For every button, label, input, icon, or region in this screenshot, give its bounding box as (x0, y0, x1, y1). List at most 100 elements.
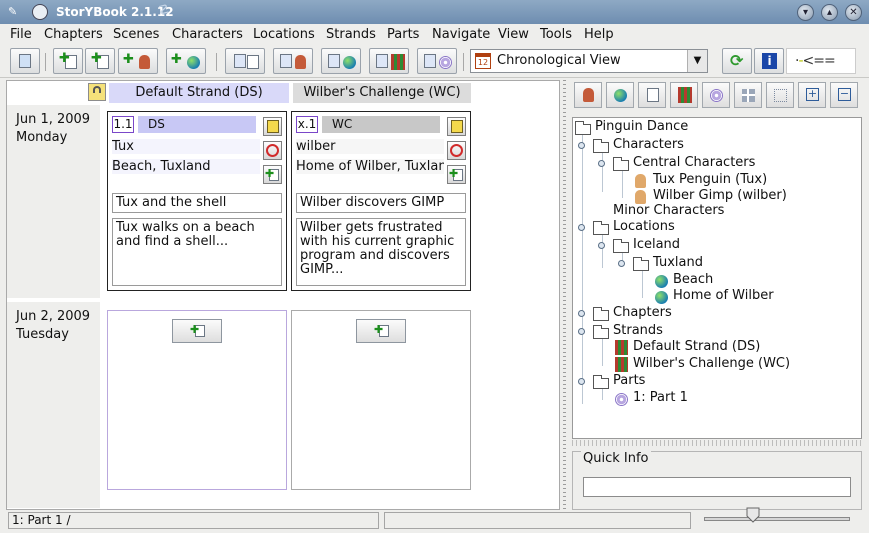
strand-header-ds[interactable]: Default Strand (DS) (109, 83, 289, 103)
scene-card-1[interactable]: 1.1 DS Tux Beach, Tuxland ✚ Tux and the … (107, 111, 287, 291)
horizontal-divider[interactable] (572, 440, 862, 446)
folder-icon (613, 239, 629, 253)
grid-dotted-icon (774, 89, 787, 102)
close-button[interactable]: ✕ (845, 4, 862, 21)
menu-file[interactable]: File (10, 27, 32, 42)
plus-icon: ✚ (190, 323, 200, 336)
show-characters-button[interactable] (574, 82, 602, 108)
new-scene-button[interactable]: ✚ (85, 48, 115, 74)
delete-scene-button[interactable] (447, 141, 466, 160)
tree-strand-ds[interactable]: Default Strand (DS) (613, 339, 760, 355)
window-title: StorYBook 2.1.12 (56, 5, 174, 19)
tree-toggle-icon[interactable] (598, 242, 605, 249)
app-menu-icon[interactable]: ✎ (8, 5, 24, 19)
tree-character-wilber[interactable]: Wilber Gimp (wilber) (633, 188, 787, 204)
expand-all-button[interactable]: + (798, 82, 826, 108)
menu-view[interactable]: View (498, 27, 529, 42)
quick-info-field[interactable] (583, 477, 851, 497)
new-scene-button[interactable]: ✚ (447, 165, 466, 184)
new-location-button[interactable]: ✚ (166, 48, 206, 74)
folder-icon (593, 221, 609, 235)
tree-root[interactable]: Pinguin Dance (575, 119, 688, 135)
zoom-slider-thumb[interactable] (746, 507, 760, 523)
lock-icon[interactable] (88, 83, 106, 101)
edit-scene-button[interactable] (447, 117, 466, 136)
show-parts-button[interactable] (702, 82, 730, 108)
character-list-button[interactable] (273, 48, 313, 74)
scene-title[interactable]: Tux and the shell (112, 193, 282, 213)
new-character-button[interactable]: ✚ (118, 48, 158, 74)
tree-toggle-icon[interactable] (578, 328, 585, 335)
tree-chapters[interactable]: Chapters (578, 305, 672, 321)
status-message (384, 512, 691, 529)
menu-parts[interactable]: Parts (387, 27, 419, 42)
split-pane-divider[interactable] (561, 80, 569, 510)
edit-scene-button[interactable] (263, 117, 282, 136)
show-chapters-button[interactable] (638, 82, 666, 108)
tree-strand-wc[interactable]: Wilber's Challenge (WC) (613, 356, 790, 372)
delete-scene-button[interactable] (263, 141, 282, 160)
menu-scenes[interactable]: Scenes (113, 27, 159, 42)
scene-card-2[interactable]: x.1 WC wilber Home of Wilber, Tuxland ✚ … (291, 111, 471, 291)
collapse-icon: − (838, 87, 851, 101)
tree-toggle-icon[interactable] (598, 160, 605, 167)
scene-summary[interactable]: Tux walks on a beach and find a shell... (112, 218, 282, 286)
tree-central-characters[interactable]: Central Characters (598, 155, 755, 171)
chevron-down-icon[interactable]: ▼ (687, 50, 707, 72)
status-part: 1: Part 1 / (8, 512, 379, 529)
menu-characters[interactable]: Characters (172, 27, 243, 42)
storybook-logo: ·-<== (786, 48, 856, 74)
zoom-slider[interactable] (704, 517, 850, 521)
add-scene-button[interactable]: ✚ (172, 319, 222, 343)
scene-location: Beach, Tuxland (112, 159, 260, 174)
show-strands-button[interactable] (670, 82, 698, 108)
show-locations-button[interactable] (606, 82, 634, 108)
tree-toggle-icon[interactable] (618, 260, 625, 267)
refresh-button[interactable]: ⟳ (722, 48, 752, 74)
tree-characters[interactable]: Characters (578, 137, 684, 153)
menu-help[interactable]: Help (584, 27, 614, 42)
tree-toggle-icon[interactable] (578, 142, 585, 149)
plus-icon: ✚ (171, 52, 182, 67)
pencil-icon (451, 120, 463, 133)
chapter-list-button[interactable] (225, 48, 265, 74)
chrono-view-panel: Default Strand (DS) Wilber's Challenge (… (6, 80, 560, 510)
menu-chapters[interactable]: Chapters (44, 27, 103, 42)
view-select[interactable]: 12 Chronological View ▼ (470, 49, 708, 73)
tree-parts[interactable]: Parts (578, 373, 645, 389)
scene-title[interactable]: Wilber discovers GIMP (296, 193, 466, 213)
tree-iceland[interactable]: Iceland (598, 237, 680, 253)
new-chapter-button[interactable]: ✚ (53, 48, 83, 74)
menu-navigate[interactable]: Navigate (432, 27, 490, 42)
tree-character-tux[interactable]: Tux Penguin (Tux) (633, 172, 767, 188)
tree-location-beach[interactable]: Beach (653, 272, 713, 288)
collapse-all-button[interactable]: − (830, 82, 858, 108)
info-button[interactable]: i (754, 48, 784, 74)
new-scene-button[interactable]: ✚ (263, 165, 282, 184)
location-list-button[interactable] (321, 48, 361, 74)
grid-view-button[interactable] (734, 82, 762, 108)
grid-dotted-button[interactable] (766, 82, 794, 108)
tree-tuxland[interactable]: Tuxland (618, 255, 703, 271)
strand-header-wc[interactable]: Wilber's Challenge (WC) (293, 83, 471, 103)
tree-location-home[interactable]: Home of Wilber (653, 288, 774, 304)
globe-icon (655, 291, 668, 304)
strand-list-button[interactable] (369, 48, 409, 74)
maximize-button[interactable]: ▴ (821, 4, 838, 21)
tree-locations[interactable]: Locations (578, 219, 675, 235)
character-icon (583, 88, 594, 102)
menu-tools[interactable]: Tools (540, 27, 572, 42)
tree-strands[interactable]: Strands (578, 323, 663, 339)
tree-minor-characters[interactable]: Minor Characters (613, 203, 724, 218)
tree-toggle-icon[interactable] (578, 310, 585, 317)
menu-strands[interactable]: Strands (326, 27, 376, 42)
add-scene-button[interactable]: ✚ (356, 319, 406, 343)
tree-part-1[interactable]: 1: Part 1 (613, 390, 688, 406)
part-list-button[interactable] (417, 48, 457, 74)
tree-toggle-icon[interactable] (578, 378, 585, 385)
tree-toggle-icon[interactable] (578, 224, 585, 231)
scene-summary[interactable]: Wilber gets frustrated with his current … (296, 218, 466, 286)
open-project-button[interactable] (10, 48, 40, 74)
menu-locations[interactable]: Locations (253, 27, 315, 42)
minimize-button[interactable]: ▾ (797, 4, 814, 21)
